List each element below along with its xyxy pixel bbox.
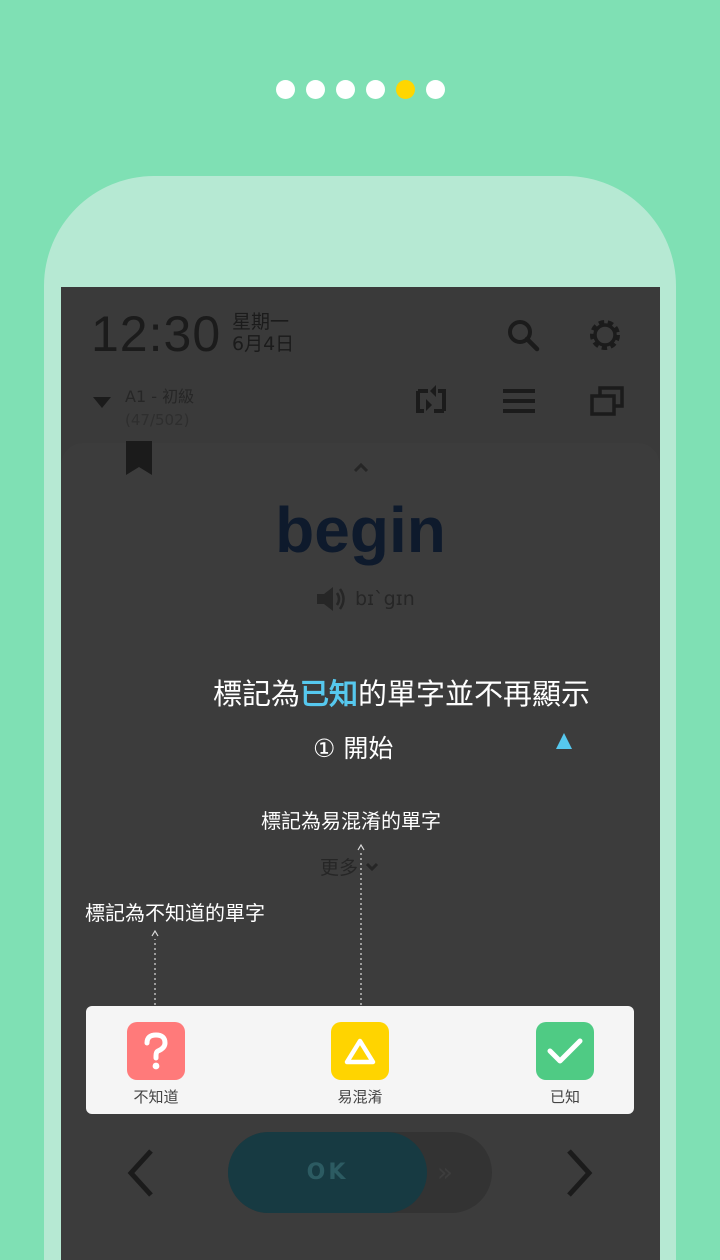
- known-button[interactable]: 已知: [505, 1022, 625, 1107]
- confusing-arrow-head: [357, 843, 365, 851]
- chevron-left-icon: [127, 1149, 153, 1197]
- hint-arrows: [151, 733, 572, 1005]
- confusing-label: 易混淆: [337, 1088, 383, 1106]
- triangle-icon: [331, 1022, 389, 1080]
- chevron-right-icon: [567, 1149, 593, 1197]
- page-dot[interactable]: [425, 80, 445, 99]
- page-indicator: [0, 80, 720, 99]
- double-chevron-icon: »: [437, 1158, 453, 1188]
- unknown-label: 不知道: [133, 1088, 179, 1106]
- app-screen: 12:30 星期一 6月4日 A1 - 初級 (47/502) begin bɪ…: [61, 287, 660, 1260]
- page-dot-active[interactable]: [395, 80, 415, 99]
- page-dot[interactable]: [305, 80, 325, 99]
- checkmark-icon: [536, 1022, 594, 1080]
- page-dot[interactable]: [365, 80, 385, 99]
- action-bar: 不知道 易混淆 已知: [86, 1006, 634, 1114]
- page-dot[interactable]: [275, 80, 295, 99]
- confusing-button[interactable]: 易混淆: [300, 1022, 420, 1107]
- known-label: 已知: [549, 1088, 580, 1106]
- page-dot[interactable]: [335, 80, 355, 99]
- previous-button[interactable]: [123, 1147, 159, 1199]
- unknown-arrow-head: [151, 929, 159, 937]
- ok-button[interactable]: OK: [228, 1132, 427, 1213]
- known-arrow-head: [556, 733, 572, 749]
- next-button[interactable]: [561, 1147, 597, 1199]
- question-icon: [127, 1022, 185, 1080]
- unknown-button[interactable]: 不知道: [96, 1022, 216, 1107]
